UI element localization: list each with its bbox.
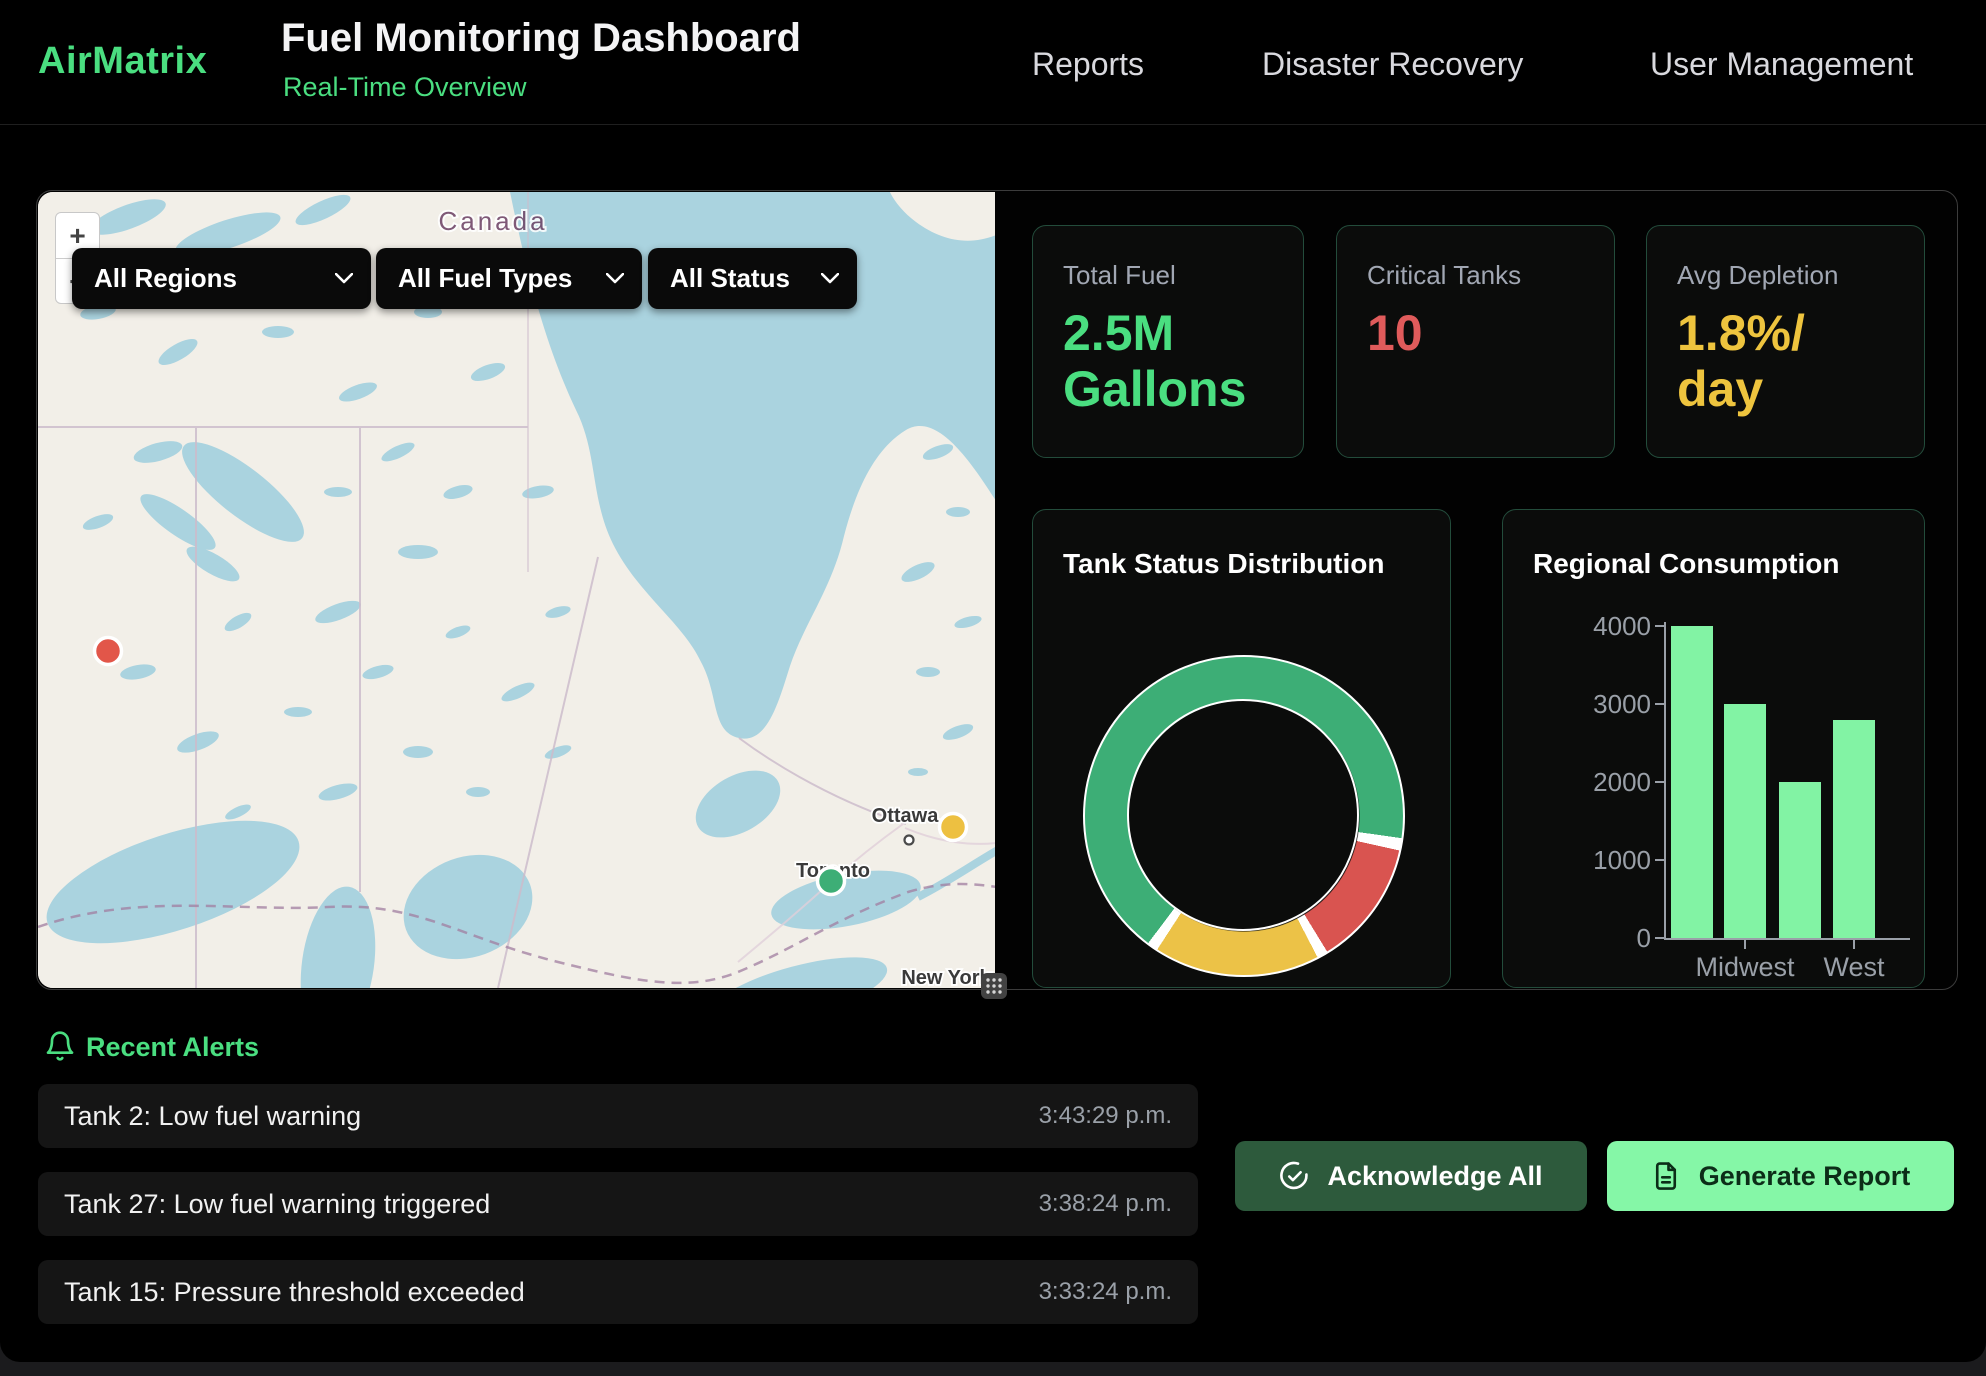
stat-value: 10 [1367, 305, 1584, 361]
acknowledge-all-button[interactable]: Acknowledge All [1235, 1141, 1587, 1211]
tank-status-card: Tank Status Distribution [1032, 509, 1451, 988]
y-tick-label: 0 [1561, 923, 1651, 954]
generate-report-label: Generate Report [1699, 1161, 1911, 1192]
map-canvas[interactable]: Canada Ottawa Toronto New York [38, 192, 995, 988]
y-tick-mark [1655, 625, 1664, 627]
x-category-label: West [1784, 952, 1924, 983]
nav-user-management[interactable]: User Management [1650, 46, 1913, 83]
app-window: AirMatrix Fuel Monitoring Dashboard Real… [0, 0, 1986, 1362]
recent-alerts-title: Recent Alerts [86, 1032, 259, 1063]
stat-value: 2.5MGallons [1063, 305, 1273, 417]
document-icon [1651, 1161, 1681, 1191]
chevron-down-icon [335, 273, 353, 284]
chevron-down-icon [821, 273, 839, 284]
y-tick-mark [1655, 859, 1664, 861]
tank-marker-critical[interactable] [95, 638, 122, 665]
x-tick-mark [1744, 940, 1746, 949]
nav-reports[interactable]: Reports [1032, 46, 1144, 83]
page-subtitle: Real-Time Overview [283, 72, 527, 103]
map-drag-handle-icon[interactable] [981, 973, 1007, 999]
regional-consumption-bar-chart: 01000200030004000MidwestWest [1503, 510, 1924, 987]
fuel-type-filter-dropdown[interactable]: All Fuel Types [376, 248, 642, 309]
y-tick-label: 3000 [1561, 689, 1651, 720]
status-filter-dropdown[interactable]: All Status [648, 248, 857, 309]
stat-label: Total Fuel [1063, 260, 1273, 291]
status-filter-value: All Status [670, 263, 790, 294]
stat-value: 1.8%/day [1677, 305, 1894, 417]
bell-icon [44, 1030, 76, 1062]
y-tick-label: 1000 [1561, 845, 1651, 876]
stat-card-avg-depletion: Avg Depletion 1.8%/day [1646, 225, 1925, 458]
alert-text: Tank 27: Low fuel warning triggered [64, 1189, 490, 1220]
stat-label: Critical Tanks [1367, 260, 1584, 291]
check-circle-icon [1279, 1161, 1309, 1191]
chevron-down-icon [606, 273, 624, 284]
y-tick-mark [1655, 703, 1664, 705]
consumption-bar [1724, 704, 1766, 938]
city-label-ottawa: Ottawa [872, 805, 940, 827]
x-tick-mark [1853, 940, 1855, 949]
stat-label: Avg Depletion [1677, 260, 1894, 291]
donut-chart-title: Tank Status Distribution [1063, 548, 1385, 580]
tank-marker-warning[interactable] [940, 814, 967, 841]
y-axis-line [1664, 622, 1666, 940]
page-title: Fuel Monitoring Dashboard [281, 16, 801, 61]
acknowledge-all-label: Acknowledge All [1327, 1161, 1542, 1192]
x-axis-line [1664, 938, 1910, 940]
consumption-bar [1833, 720, 1875, 938]
region-filter-dropdown[interactable]: All Regions [72, 248, 371, 309]
alert-timestamp: 3:43:29 p.m. [1039, 1102, 1172, 1130]
y-tick-mark [1655, 937, 1664, 939]
tank-marker-normal[interactable] [818, 868, 845, 895]
alert-text: Tank 2: Low fuel warning [64, 1101, 361, 1132]
generate-report-button[interactable]: Generate Report [1607, 1141, 1954, 1211]
map[interactable]: Canada Ottawa Toronto New York + − All R… [38, 192, 995, 988]
tank-status-donut-chart [1084, 656, 1404, 976]
consumption-bar [1671, 626, 1713, 938]
ottawa-town-dot [905, 836, 914, 845]
alert-timestamp: 3:38:24 p.m. [1039, 1190, 1172, 1218]
alert-row: Tank 27: Low fuel warning triggered 3:38… [38, 1172, 1198, 1236]
app-logo: AirMatrix [38, 40, 207, 83]
alert-timestamp: 3:33:24 p.m. [1039, 1278, 1172, 1306]
region-filter-value: All Regions [94, 263, 237, 294]
y-tick-label: 2000 [1561, 767, 1651, 798]
stat-card-total-fuel: Total Fuel 2.5MGallons [1032, 225, 1304, 458]
alert-text: Tank 15: Pressure threshold exceeded [64, 1277, 525, 1308]
nav-disaster-recovery[interactable]: Disaster Recovery [1262, 46, 1523, 83]
fuel-type-filter-value: All Fuel Types [398, 263, 572, 294]
donut-inner-outline [1127, 699, 1359, 931]
city-label-new-york: New York [901, 967, 991, 988]
stat-card-critical-tanks: Critical Tanks 10 [1336, 225, 1615, 458]
y-tick-mark [1655, 781, 1664, 783]
country-label-canada: Canada [438, 206, 547, 236]
y-tick-label: 4000 [1561, 611, 1651, 642]
header: AirMatrix Fuel Monitoring Dashboard Real… [0, 0, 1986, 125]
alert-row: Tank 15: Pressure threshold exceeded 3:3… [38, 1260, 1198, 1324]
regional-consumption-card: Regional Consumption 01000200030004000Mi… [1502, 509, 1925, 988]
alert-row: Tank 2: Low fuel warning 3:43:29 p.m. [38, 1084, 1198, 1148]
consumption-bar [1779, 782, 1821, 938]
